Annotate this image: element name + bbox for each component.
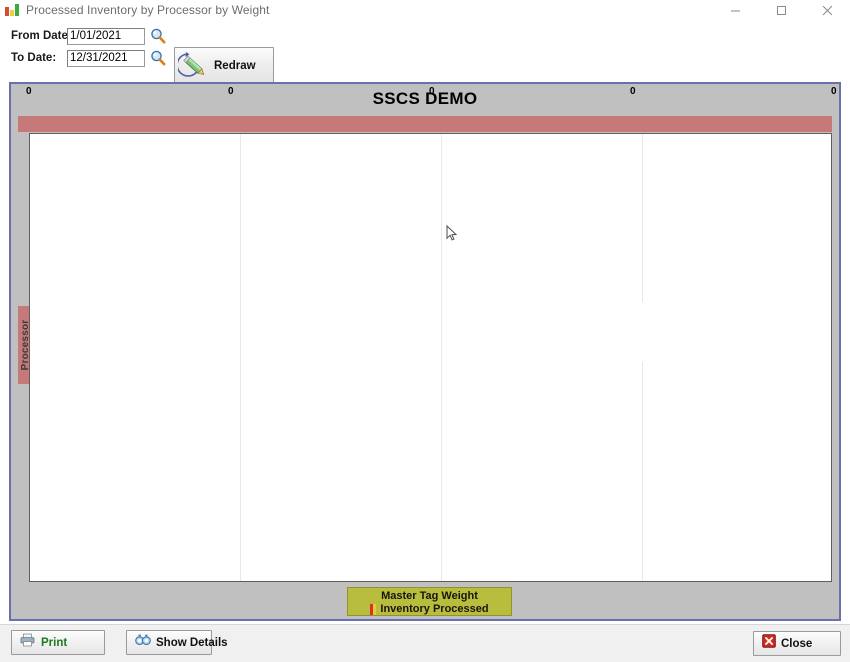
bar-chart-icon [4,2,20,18]
show-details-button[interactable]: Show Details [126,630,228,655]
window-title-bar: Processed Inventory by Processor by Weig… [0,0,850,20]
legend-entry: Inventory Processed [348,603,511,615]
pencil-refresh-icon [176,50,212,82]
plot-area [29,133,832,582]
redraw-button[interactable]: Redraw [174,47,274,85]
from-date-magnifier-icon[interactable] [149,27,167,45]
close-button[interactable]: Close [753,631,841,656]
x-tick-1: 0 [228,86,234,97]
x-tick-4: 0 [831,86,837,97]
gridline-2 [441,134,442,581]
print-button[interactable]: Print [11,630,105,655]
close-button-label: Close [781,637,813,650]
maximize-button[interactable] [758,0,804,20]
x-axis-band [18,116,832,132]
gridline-3b [642,362,643,581]
from-date-input[interactable] [67,27,145,45]
x-tick-2: 0 [429,86,435,97]
chart-frame: SSCS DEMO 0 0 0 0 0 Processor Master Tag… [9,82,841,621]
chart-legend: Master Tag Weight Inventory Processed [347,587,512,616]
chart-title: SSCS DEMO [372,89,478,108]
from-date-row: From Date: [11,26,167,46]
print-button-label: Print [41,636,68,649]
chart-canvas: SSCS DEMO 0 0 0 0 0 Processor Master Tag… [11,84,839,619]
x-tick-0: 0 [26,86,32,97]
to-date-input[interactable] [67,49,145,67]
minimize-button[interactable] [712,0,758,20]
gridline-1 [240,134,241,581]
window-title: Processed Inventory by Processor by Weig… [26,3,270,17]
binoculars-icon [135,633,151,652]
to-date-magnifier-icon[interactable] [149,49,167,67]
x-tick-3: 0 [630,86,636,97]
show-details-button-label: Show Details [156,636,228,649]
legend-color-swatch-icon [370,604,377,615]
close-window-button[interactable] [804,0,850,20]
to-date-row: To Date: [11,48,167,68]
legend-entry-label: Inventory Processed [380,603,489,615]
red-x-icon [762,634,776,653]
printer-icon [20,633,36,652]
window-controls [712,0,850,20]
redraw-button-label: Redraw [214,60,256,72]
filter-toolbar: From Date: To Date: [0,20,850,85]
to-date-label: To Date: [11,52,57,64]
from-date-label: From Date: [11,30,72,42]
gridline-3a [642,134,643,302]
legend-title: Master Tag Weight [381,590,478,602]
